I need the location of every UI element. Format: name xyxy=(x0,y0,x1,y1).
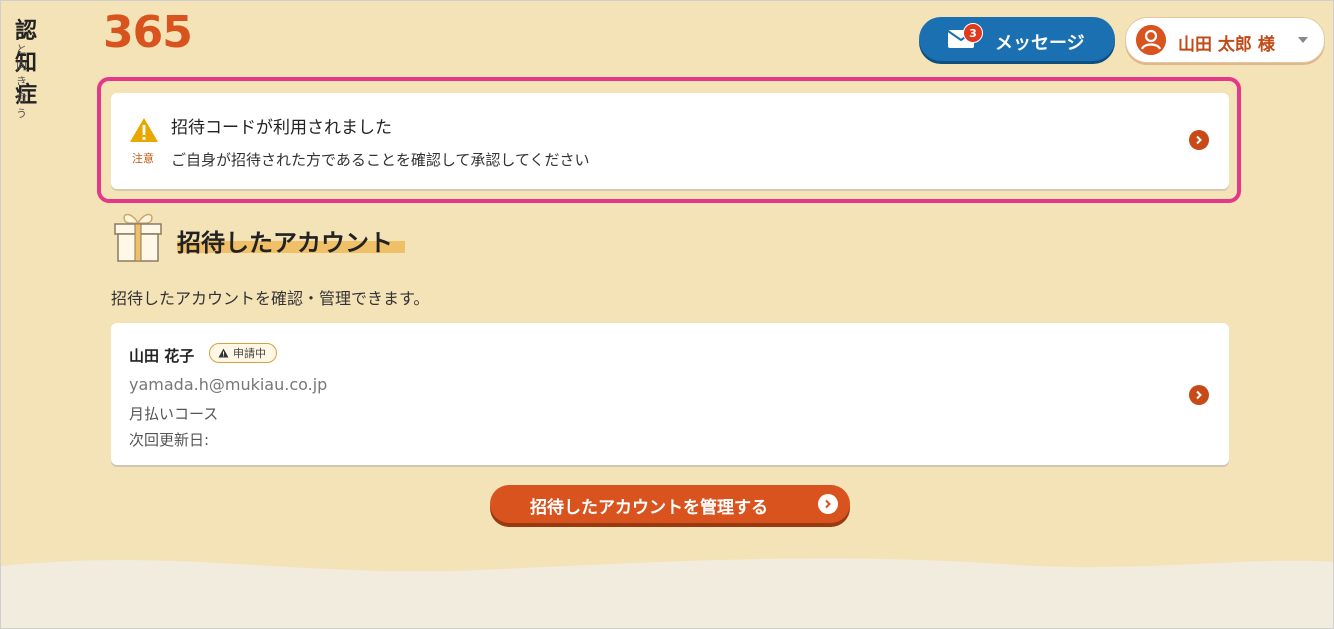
brand-number: 365 xyxy=(103,7,193,58)
page-frame: 認知症 と向き合う 365 3 メッセージ 山田 太郎 様 注意 招待コードが利… xyxy=(0,0,1334,629)
chevron-right-icon xyxy=(818,494,838,514)
warning-label: 注意 xyxy=(132,152,154,165)
section-heading: 招待したアカウント xyxy=(177,223,405,258)
status-badge: 申請中 xyxy=(209,343,277,363)
manage-accounts-button[interactable]: 招待したアカウントを管理する xyxy=(490,485,850,523)
messages-label: メッセージ xyxy=(995,33,1085,54)
bottom-wave-decoration xyxy=(1,558,1333,628)
warning-icon xyxy=(130,118,158,142)
manage-accounts-label: 招待したアカウントを管理する xyxy=(530,498,768,518)
account-renewal-date: 次回更新日: xyxy=(129,431,210,449)
user-name: 山田 太郎 様 xyxy=(1178,35,1275,55)
chevron-right-icon[interactable] xyxy=(1189,130,1209,150)
messages-button[interactable]: 3 メッセージ xyxy=(919,17,1115,61)
brand-subtitle: と向き合う xyxy=(16,43,28,120)
user-avatar-icon xyxy=(1136,25,1166,55)
invite-code-notice[interactable]: 注意 招待コードが利用されました ご自身が招待された方であることを確認して承認し… xyxy=(111,93,1229,189)
warning-small-icon xyxy=(218,348,229,358)
section-description: 招待したアカウントを確認・管理できます。 xyxy=(111,289,430,308)
user-menu-button[interactable]: 山田 太郎 様 xyxy=(1125,17,1325,63)
account-email: yamada.h@mukiau.co.jp xyxy=(129,375,328,394)
status-badge-label: 申請中 xyxy=(233,347,266,360)
gift-box-icon xyxy=(114,213,162,262)
messages-count-badge: 3 xyxy=(963,23,983,43)
account-card[interactable]: 山田 花子 申請中 yamada.h@mukiau.co.jp 月払いコース 次… xyxy=(111,323,1229,465)
chevron-right-icon[interactable] xyxy=(1189,385,1209,405)
section-title: 招待したアカウント xyxy=(177,229,393,257)
account-name: 山田 花子 xyxy=(129,347,195,365)
caret-down-icon xyxy=(1298,37,1308,43)
account-course: 月払いコース xyxy=(129,405,219,423)
notice-text: ご自身が招待された方であることを確認して承認してください xyxy=(171,151,590,169)
notice-title: 招待コードが利用されました xyxy=(171,118,392,138)
